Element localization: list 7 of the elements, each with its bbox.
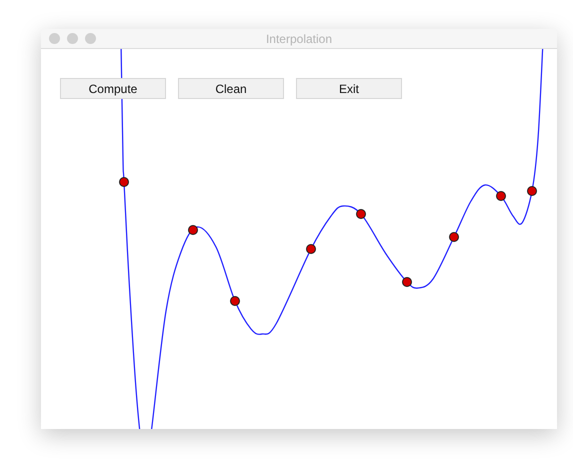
toolbar-button[interactable]: Compute [60, 78, 166, 99]
window-control-icon[interactable] [67, 33, 78, 44]
toolbar-button[interactable]: Clean [178, 78, 284, 99]
window-control-icon[interactable] [49, 33, 60, 44]
window-title: Interpolation [266, 32, 332, 46]
toolbar-button[interactable]: Exit [296, 78, 402, 99]
window-control-icon[interactable] [85, 33, 96, 44]
